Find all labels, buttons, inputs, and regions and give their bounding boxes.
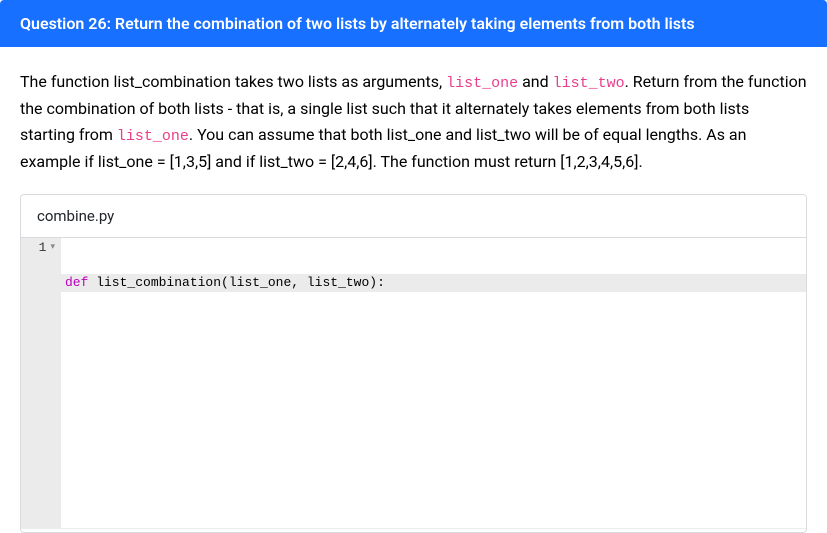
question-header: Question 26: Return the combination of t… xyxy=(0,0,827,47)
code-content[interactable]: def list_combination(list_one, list_two)… xyxy=(61,238,806,528)
token-keyword: def xyxy=(65,275,88,290)
token-function-name: list_combination xyxy=(88,275,221,290)
desc-code-1: list_one xyxy=(446,75,518,92)
editor-tab[interactable]: combine.py xyxy=(21,195,806,238)
desc-code-2: list_two xyxy=(553,75,625,92)
question-title: Question 26: Return the combination of t… xyxy=(20,14,695,33)
token-paren-open: ( xyxy=(221,275,229,290)
editor-filename: combine.py xyxy=(37,207,114,225)
desc-text-2: and xyxy=(518,72,553,91)
token-param-2: list_two xyxy=(307,275,369,290)
code-editor[interactable]: 1 ▾ def list_combination(list_one, list_… xyxy=(21,238,806,528)
desc-code-3: list_one xyxy=(117,128,189,145)
fold-icon[interactable]: ▾ xyxy=(50,238,55,256)
token-comma: , xyxy=(291,275,307,290)
gutter-line-1: 1 ▾ xyxy=(27,239,55,257)
line-number-1: 1 xyxy=(39,239,47,257)
editor-gutter: 1 ▾ xyxy=(21,238,61,528)
question-description: The function list_combination takes two … xyxy=(0,47,827,194)
editor-footer xyxy=(21,528,806,532)
code-line-1[interactable]: def list_combination(list_one, list_two)… xyxy=(61,274,806,292)
token-paren-close: ): xyxy=(369,275,385,290)
desc-text-1: The function list_combination takes two … xyxy=(20,72,446,91)
token-param-1: list_one xyxy=(229,275,291,290)
code-editor-card: combine.py 1 ▾ def list_combination(list… xyxy=(20,194,807,533)
